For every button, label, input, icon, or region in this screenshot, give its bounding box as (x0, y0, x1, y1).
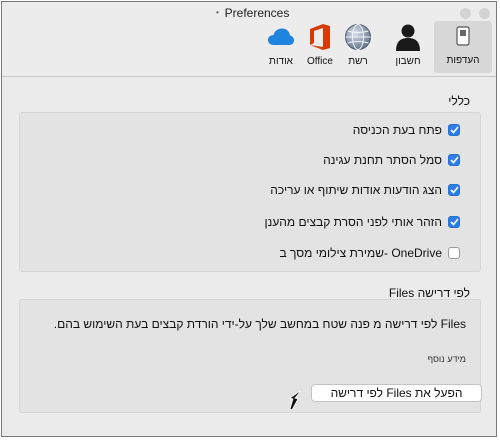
option-open-at-login[interactable]: פתח בעת הכניסה (353, 121, 460, 139)
option-show-sharing-notifications[interactable]: הצג הודעות אודות שיתוף או עריכה (270, 181, 460, 199)
files-on-demand-panel: Files לפי דרישה מ פנה שטח במחשב שלך על-י… (19, 299, 482, 413)
tab-label: אודות (269, 56, 293, 67)
window-controls (460, 8, 490, 19)
more-info-link[interactable]: מידע נוסף (427, 354, 466, 364)
person-icon (391, 22, 425, 52)
checkbox[interactable] (448, 184, 460, 196)
turn-on-files-on-demand-button[interactable]: הפעל את Files לפי דרישה (311, 384, 482, 402)
option-warn-before-removing[interactable]: הזהר אותי לפני הסרת קבצים מהענן (265, 213, 460, 231)
option-label: הזהר אותי לפני הסרת קבצים מהענן (264, 215, 442, 229)
window-control-button[interactable] (479, 8, 490, 19)
checkbox[interactable] (448, 216, 460, 228)
checkbox[interactable] (448, 247, 460, 259)
window-title: Preferences (224, 6, 290, 20)
cloud-icon (264, 22, 298, 52)
preferences-window: Preferences • העדפות חשבון רשת Office או… (1, 1, 497, 437)
option-label: פתח בעת הכניסה (352, 123, 442, 137)
files-on-demand-description: Files לפי דרישה מ פנה שטח במחשב שלך על-י… (53, 317, 466, 331)
option-label: הצג הודעות אודות שיתוף או עריכה (270, 183, 442, 197)
window-control-button[interactable] (460, 8, 471, 19)
tab-label: חשבון (395, 56, 421, 67)
checkbox[interactable] (448, 124, 460, 136)
option-label: שמירת צילומי מסך ב- OneDrive (279, 246, 442, 260)
files-on-demand-section-title: Files לפי דרישה (388, 286, 470, 300)
tab-account[interactable]: חשבון (385, 22, 431, 72)
globe-icon (341, 22, 375, 52)
option-hide-dock-icon[interactable]: סמל הסתר תחנת עגינה (323, 151, 460, 169)
toolbar: Preferences • העדפות חשבון רשת Office או… (2, 2, 496, 77)
office-icon (303, 22, 337, 52)
mouse-pointer-icon (289, 390, 301, 411)
tab-about[interactable]: אודות (258, 22, 304, 72)
option-label: סמל הסתר תחנת עגינה (323, 153, 442, 167)
tab-label: העדפות (446, 55, 480, 66)
general-section-title: כללי (448, 94, 470, 108)
separator-dot: • (216, 8, 219, 17)
general-panel: פתח בעת הכניסה סמל הסתר תחנת עגינה הצג ה… (19, 112, 481, 272)
tab-preferences[interactable]: העדפות (434, 21, 492, 73)
switch-icon (446, 21, 480, 51)
checkbox[interactable] (448, 154, 460, 166)
option-save-screenshots[interactable]: שמירת צילומי מסך ב- OneDrive (279, 244, 460, 262)
